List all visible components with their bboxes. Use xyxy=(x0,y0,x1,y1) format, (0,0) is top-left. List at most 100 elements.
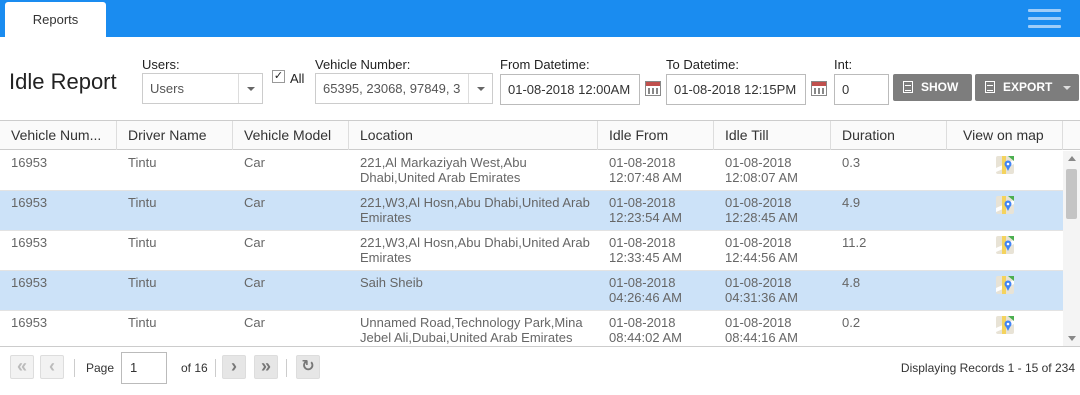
cell-vehicle: 16953 xyxy=(11,195,48,210)
to-datetime-input[interactable]: 01-08-2018 12:15PM xyxy=(666,74,806,105)
users-select-value: Users xyxy=(150,81,184,96)
cell-idle-till: 01-08-2018 08:44:16 AM xyxy=(725,315,798,345)
cell-duration: 4.8 xyxy=(842,275,861,290)
chevron-down-icon xyxy=(1063,86,1071,90)
cell-idle-till: 01-08-2018 12:08:07 AM xyxy=(725,155,798,185)
vehicle-number-label: Vehicle Number: xyxy=(315,57,411,72)
from-datetime-input[interactable]: 01-08-2018 12:00AM xyxy=(500,74,640,105)
cell-idle-from: 01-08-2018 12:33:45 AM xyxy=(609,235,682,265)
cell-duration: 0.3 xyxy=(842,155,861,170)
cell-duration: 0.2 xyxy=(842,315,861,330)
cell-model: Car xyxy=(244,155,265,170)
column-header-view-on-map[interactable]: View on map xyxy=(947,121,1063,150)
first-page-icon[interactable]: « xyxy=(10,355,34,379)
show-button-label: SHOW xyxy=(921,80,959,94)
pager-separator xyxy=(215,359,216,377)
report-grid: Vehicle Num... Driver Name Vehicle Model… xyxy=(0,120,1080,346)
show-button[interactable]: SHOW xyxy=(893,74,972,101)
scroll-down-icon[interactable] xyxy=(1068,336,1076,341)
cell-idle-till: 01-08-2018 12:28:45 AM xyxy=(725,195,798,225)
cell-location: 221,Al Markaziyah West,Abu Dhabi,United … xyxy=(360,155,527,185)
cell-driver: Tintu xyxy=(128,195,157,210)
vehicle-number-value: 65395, 23068, 97849, 3 xyxy=(323,81,461,96)
google-maps-icon[interactable] xyxy=(996,156,1014,174)
users-select[interactable]: Users xyxy=(142,73,263,104)
table-row[interactable]: 16953 Tintu Car 221,Al Markaziyah West,A… xyxy=(0,151,1063,191)
tab-reports[interactable]: Reports xyxy=(5,2,106,37)
chevron-down-icon[interactable] xyxy=(468,74,492,103)
grid-header: Vehicle Num... Driver Name Vehicle Model… xyxy=(0,121,1080,150)
records-count: Displaying Records 1 - 15 of 234 xyxy=(900,361,1075,375)
cell-idle-from: 01-08-2018 12:07:48 AM xyxy=(609,155,682,185)
pager-separator xyxy=(286,359,287,377)
column-header-idle-till[interactable]: Idle Till xyxy=(714,121,831,150)
export-button[interactable]: EXPORT xyxy=(975,74,1079,101)
grid-scrollbar[interactable] xyxy=(1063,151,1080,346)
column-header-location[interactable]: Location xyxy=(349,121,598,150)
column-header-model[interactable]: Vehicle Model xyxy=(233,121,349,150)
column-header-duration[interactable]: Duration xyxy=(831,121,947,150)
cell-driver: Tintu xyxy=(128,155,157,170)
cell-location: 221,W3,Al Hosn,Abu Dhabi,United Arab Emi… xyxy=(360,195,590,225)
vehicle-number-select[interactable]: 65395, 23068, 97849, 3 xyxy=(315,73,493,104)
refresh-icon[interactable]: ↻ xyxy=(296,355,320,379)
cell-idle-from: 01-08-2018 08:44:02 AM xyxy=(609,315,682,345)
column-header-vehicle[interactable]: Vehicle Num... xyxy=(0,121,117,150)
top-bar: Reports xyxy=(0,0,1080,37)
cell-model: Car xyxy=(244,315,265,330)
cell-idle-till: 01-08-2018 04:31:36 AM xyxy=(725,275,798,305)
cell-driver: Tintu xyxy=(128,315,157,330)
cell-driver: Tintu xyxy=(128,275,157,290)
google-maps-icon[interactable] xyxy=(996,196,1014,214)
cell-idle-till: 01-08-2018 12:44:56 AM xyxy=(725,235,798,265)
to-datetime-label: To Datetime: xyxy=(666,57,739,72)
pager-separator xyxy=(74,359,75,377)
column-header-idle-from[interactable]: Idle From xyxy=(598,121,714,150)
cell-duration: 4.9 xyxy=(842,195,861,210)
pagination-bar: « ‹ Page 1 of 16 › » ↻ Displaying Record… xyxy=(0,346,1080,388)
users-label: Users: xyxy=(142,57,180,72)
cell-model: Car xyxy=(244,195,265,210)
page-number-input[interactable]: 1 xyxy=(121,352,167,384)
google-maps-icon[interactable] xyxy=(996,276,1014,294)
google-maps-icon[interactable] xyxy=(996,316,1014,334)
cell-duration: 11.2 xyxy=(842,235,867,250)
cell-vehicle: 16953 xyxy=(11,275,48,290)
table-row[interactable]: 16953 Tintu Car Unnamed Road,Technology … xyxy=(0,311,1063,346)
column-header-driver[interactable]: Driver Name xyxy=(117,121,233,150)
cell-model: Car xyxy=(244,235,265,250)
all-checkbox[interactable]: ✓ xyxy=(272,70,285,83)
chevron-down-icon[interactable] xyxy=(238,74,262,103)
export-button-label: EXPORT xyxy=(1003,80,1053,94)
cell-vehicle: 16953 xyxy=(11,235,48,250)
cell-idle-from: 01-08-2018 12:23:54 AM xyxy=(609,195,682,225)
calendar-icon[interactable] xyxy=(811,81,827,96)
prev-page-icon[interactable]: ‹ xyxy=(40,355,64,379)
last-page-icon[interactable]: » xyxy=(254,355,278,379)
page-label: Page xyxy=(86,361,115,375)
int-label: Int: xyxy=(834,57,853,72)
table-row[interactable]: 16953 Tintu Car 221,W3,Al Hosn,Abu Dhabi… xyxy=(0,191,1063,231)
page-title: Idle Report xyxy=(9,69,117,94)
google-maps-icon[interactable] xyxy=(996,236,1014,254)
next-page-icon[interactable]: › xyxy=(222,355,246,379)
scroll-up-icon[interactable] xyxy=(1068,156,1076,161)
page-count-label: of 16 xyxy=(181,361,208,375)
cell-location: Unnamed Road,Technology Park,Mina Jebel … xyxy=(360,315,583,345)
cell-idle-from: 01-08-2018 04:26:46 AM xyxy=(609,275,682,305)
cell-location: 221,W3,Al Hosn,Abu Dhabi,United Arab Emi… xyxy=(360,235,590,265)
scrollbar-thumb[interactable] xyxy=(1066,169,1077,219)
menu-icon[interactable] xyxy=(1028,9,1061,29)
document-icon xyxy=(985,81,995,93)
table-row[interactable]: 16953 Tintu Car 221,W3,Al Hosn,Abu Dhabi… xyxy=(0,231,1063,271)
cell-location: Saih Sheib xyxy=(360,275,423,290)
all-label: All xyxy=(290,71,305,86)
cell-driver: Tintu xyxy=(128,235,157,250)
table-row[interactable]: 16953 Tintu Car Saih Sheib 01-08-2018 04:… xyxy=(0,271,1063,311)
from-datetime-label: From Datetime: xyxy=(500,57,590,72)
cell-vehicle: 16953 xyxy=(11,315,48,330)
calendar-icon[interactable] xyxy=(645,81,661,96)
cell-vehicle: 16953 xyxy=(11,155,48,170)
document-icon xyxy=(903,81,913,93)
int-input[interactable]: 0 xyxy=(834,74,889,105)
